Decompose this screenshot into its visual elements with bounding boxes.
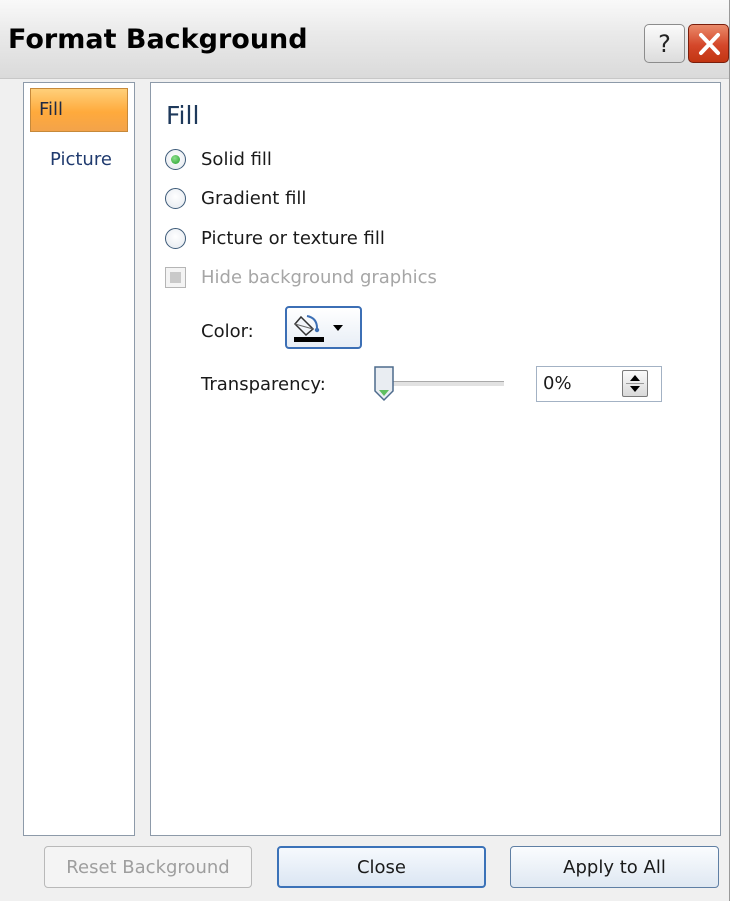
transparency-label: Transparency: <box>201 374 326 395</box>
transparency-slider-track[interactable] <box>384 381 504 387</box>
nav-item-fill[interactable]: Fill <box>30 88 128 132</box>
gradient-fill-radio[interactable] <box>165 187 186 209</box>
picture-texture-fill-label: Picture or texture fill <box>201 227 385 249</box>
paint-bucket-icon <box>293 315 343 342</box>
gradient-fill-option[interactable]: Gradient fill <box>165 185 306 211</box>
close-button[interactable]: Close <box>277 846 486 888</box>
transparency-value: 0% <box>543 373 572 394</box>
close-button-label: Close <box>356 856 407 878</box>
hide-background-graphics-label: Hide background graphics <box>201 266 437 288</box>
solid-fill-option[interactable]: Solid fill <box>165 146 272 172</box>
section-title: Fill <box>166 101 200 130</box>
apply-to-all-label: Apply to All <box>563 856 666 878</box>
gradient-fill-label: Gradient fill <box>201 187 307 209</box>
format-background-dialog: Format Background ? Fill Picture Fill So… <box>0 0 730 901</box>
transparency-spinner[interactable] <box>622 370 648 397</box>
title-bar[interactable]: Format Background ? <box>0 0 729 79</box>
chevron-down-icon <box>333 325 343 331</box>
close-window-button[interactable] <box>688 24 729 63</box>
help-button[interactable]: ? <box>644 24 685 63</box>
picture-texture-fill-option[interactable]: Picture or texture fill <box>165 225 385 251</box>
close-icon <box>699 33 720 55</box>
dialog-title: Format Background <box>8 24 308 55</box>
apply-to-all-button[interactable]: Apply to All <box>510 846 719 888</box>
picture-texture-fill-radio[interactable] <box>165 227 186 249</box>
transparency-slider-thumb[interactable] <box>372 365 396 403</box>
category-nav: Fill Picture <box>23 82 135 836</box>
solid-fill-radio[interactable] <box>165 148 186 170</box>
hide-background-graphics-checkbox <box>165 266 186 288</box>
color-picker-button[interactable] <box>285 306 362 349</box>
solid-fill-label: Solid fill <box>201 148 272 170</box>
reset-background-label: Reset Background <box>66 856 230 878</box>
reset-background-button: Reset Background <box>44 846 252 888</box>
spinner-arrows-icon <box>626 375 644 392</box>
hide-background-graphics-option: Hide background graphics <box>165 264 437 290</box>
transparency-input[interactable]: 0% <box>536 366 662 402</box>
color-label: Color: <box>201 321 254 342</box>
nav-item-picture[interactable]: Picture <box>30 143 128 187</box>
help-icon: ? <box>658 29 671 58</box>
fill-settings-panel: Fill Solid fill Gradient fill Picture or… <box>150 82 721 836</box>
